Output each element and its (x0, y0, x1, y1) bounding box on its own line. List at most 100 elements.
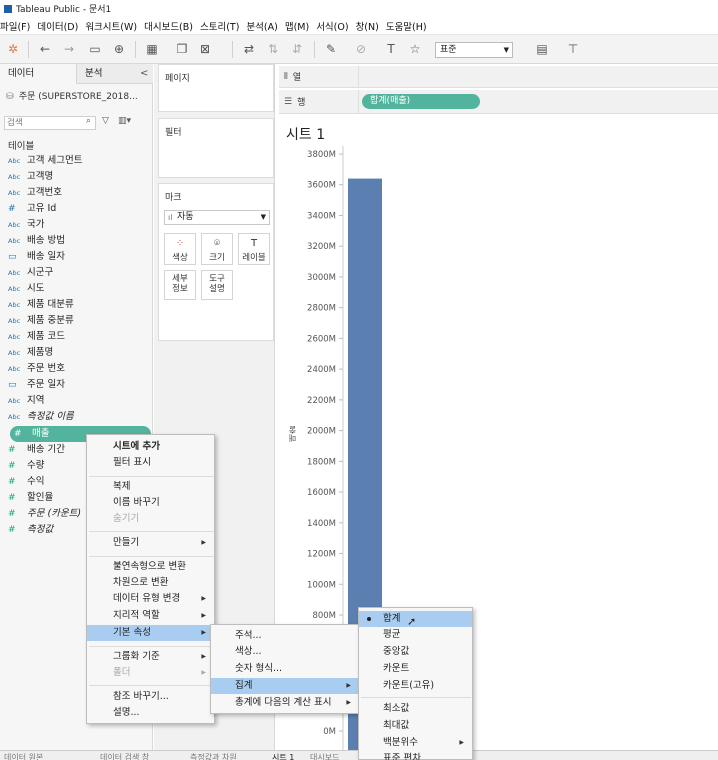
menu-help[interactable]: 도움말(H) (386, 19, 434, 33)
dimension-field[interactable]: Abc 고객 세그먼트 (8, 153, 82, 169)
dimension-field[interactable]: Abc 측정값 이름 (8, 409, 74, 425)
filters-card[interactable]: 필터 (158, 118, 274, 178)
tab-datasource[interactable]: 데이터 원본 (4, 752, 43, 760)
menu-file[interactable]: 파일(F) (0, 19, 37, 33)
dimension-field[interactable]: Abc 국가 (8, 217, 44, 233)
label-button[interactable]: T 레이블 (238, 233, 270, 265)
tab-dashboard[interactable]: 대시보드 (310, 752, 339, 760)
tooltip-button[interactable]: 도구 설명 (201, 270, 233, 300)
menu-replace-references[interactable]: 참조 바꾸기... (87, 689, 214, 705)
measure-field[interactable]: # 주문 (카운트) (8, 506, 81, 522)
measure-field[interactable]: # 수량 (8, 458, 44, 474)
measure-field[interactable]: # 배송 기간 (8, 442, 65, 458)
menu-agg-average[interactable]: 평균 (359, 627, 472, 643)
menu-format[interactable]: 서식(O) (316, 19, 355, 33)
dimension-field[interactable]: ▭ 배송 일자 (8, 249, 65, 265)
measure-field[interactable]: # 할인율 (8, 490, 53, 506)
measure-field[interactable]: # 측정값 (8, 522, 53, 538)
dimension-field[interactable]: Abc 제품 대분류 (8, 297, 74, 313)
sort-ascending-icon[interactable]: ⇅ (266, 42, 280, 56)
search-icon[interactable]: ⌕ (86, 116, 91, 126)
detail-button[interactable]: 세부 정보 (164, 270, 196, 300)
duplicate-sheet-icon[interactable]: ❐ (175, 42, 189, 56)
menu-add-to-sheet[interactable]: 시트에 추가 (87, 439, 214, 455)
presentation-icon[interactable]: ⊤ (566, 42, 580, 56)
labels-icon[interactable]: T (384, 42, 398, 56)
size-button[interactable]: ⌾ 크기 (201, 233, 233, 265)
menu-duplicate[interactable]: 복제 (87, 479, 214, 495)
save-icon[interactable]: ▭ (88, 42, 102, 56)
tab-sheet-a[interactable]: 데이터 검색 창 (100, 752, 149, 760)
dimension-field[interactable]: Abc 제품 코드 (8, 329, 65, 345)
menu-convert-discrete[interactable]: 불연속형으로 변환 (87, 559, 214, 575)
new-worksheet-icon[interactable]: ▦ (145, 42, 159, 56)
menu-group-by[interactable]: 그룹화 기준 ▶ (87, 649, 214, 665)
menu-agg-sum[interactable]: 합계 ➚ (359, 611, 472, 628)
tab-data[interactable]: 데이터 (0, 64, 76, 84)
dimension-field[interactable]: Abc 제품 중분류 (8, 313, 74, 329)
menu-worksheet[interactable]: 워크시트(W) (85, 19, 144, 33)
tableau-home-icon[interactable]: ✲ (6, 42, 20, 56)
show-cards-icon[interactable]: ▤ (535, 42, 549, 56)
undo-icon[interactable]: ← (38, 42, 52, 56)
dimension-field[interactable]: Abc 제품명 (8, 345, 53, 361)
menu-aggregation[interactable]: 집계 ▶ (211, 678, 359, 694)
clear-sheet-icon[interactable]: ⊠ (198, 42, 212, 56)
menu-color[interactable]: 색상... (211, 644, 359, 660)
dimension-field[interactable]: Abc 주문 번호 (8, 361, 65, 377)
search-input[interactable] (4, 116, 96, 130)
swap-icon[interactable]: ⇄ (242, 42, 256, 56)
columns-shelf[interactable]: ⫴ 열 (279, 66, 718, 88)
tab-sheet-1[interactable]: 시트 1 (272, 752, 294, 760)
menu-agg-count[interactable]: 카운트 (359, 661, 472, 677)
menu-agg-max[interactable]: 최대값 (359, 718, 472, 734)
menu-agg-stdev[interactable]: 표준 편차 (359, 751, 472, 760)
color-button[interactable]: ⁘ 색상 (164, 233, 196, 265)
rows-shelf[interactable]: ☰ 행 합계(매출) (279, 90, 718, 114)
menu-dashboard[interactable]: 대시보드(B) (144, 19, 200, 33)
fit-dropdown[interactable]: 표준 ▼ (435, 42, 513, 58)
datasource-item[interactable]: ⛁ 주문 (SUPERSTORE_2018... (6, 89, 151, 105)
measure-field[interactable]: # 수익 (8, 474, 44, 490)
dimension-field[interactable]: Abc 고객명 (8, 169, 53, 185)
group-icon[interactable]: ⊘ (354, 42, 368, 56)
view-options-icon[interactable]: ▥▾ (118, 116, 131, 126)
dimension-field[interactable]: # 고유 Id (8, 201, 56, 217)
pages-card[interactable]: 페이지 (158, 64, 274, 112)
menu-convert-dimension[interactable]: 차원으로 변환 (87, 575, 214, 591)
dimension-field[interactable]: Abc 고객번호 (8, 185, 62, 201)
menu-number-format[interactable]: 숫자 형식... (211, 661, 359, 677)
dimension-field[interactable]: Abc 지역 (8, 393, 44, 409)
menu-story[interactable]: 스토리(T) (200, 19, 246, 33)
menu-data[interactable]: 데이터(D) (37, 19, 85, 33)
menu-show-filter[interactable]: 필터 표시 (87, 455, 214, 471)
menu-create[interactable]: 만들기 ▶ (87, 535, 214, 551)
dimension-field[interactable]: Abc 시군구 (8, 265, 53, 281)
pin-icon[interactable]: ☆ (408, 42, 422, 56)
menu-comment[interactable]: 주석... (211, 628, 359, 644)
dimension-field[interactable]: Abc 시도 (8, 281, 44, 297)
menu-describe[interactable]: 설명... (87, 705, 214, 721)
menu-agg-percentile[interactable]: 백분위수 ▶ (359, 735, 472, 751)
new-datasource-icon[interactable]: ⊕ (112, 42, 126, 56)
redo-icon[interactable]: → (62, 42, 76, 56)
menu-change-data-type[interactable]: 데이터 유형 변경 ▶ (87, 591, 214, 607)
menu-agg-median[interactable]: 중앙값 (359, 644, 472, 660)
menu-total-using[interactable]: 총계에 다음의 계산 표시 ▶ (211, 695, 359, 711)
menu-default-properties[interactable]: 기본 속성 ▶ (87, 625, 214, 641)
menu-agg-min[interactable]: 최소값 (359, 701, 472, 717)
menu-analysis[interactable]: 분석(A) (246, 19, 284, 33)
menu-window[interactable]: 창(N) (356, 19, 386, 33)
dimension-field[interactable]: ▭ 주문 일자 (8, 377, 65, 393)
dimension-field[interactable]: Abc 배송 방법 (8, 233, 65, 249)
highlight-icon[interactable]: ✎ (324, 42, 338, 56)
menu-geographic-role[interactable]: 지리적 역할 ▶ (87, 608, 214, 624)
filter-icon[interactable]: ▽ (102, 116, 109, 126)
collapse-pane-icon[interactable]: < (140, 68, 148, 79)
sort-descending-icon[interactable]: ⇵ (290, 42, 304, 56)
rows-pill-sum-sales[interactable]: 합계(매출) (362, 94, 480, 109)
menu-rename[interactable]: 이름 바꾸기 (87, 495, 214, 511)
menu-map[interactable]: 맵(M) (285, 19, 316, 33)
mark-type-dropdown[interactable]: ıl 자동 ▼ (164, 210, 270, 225)
tab-sheet-b[interactable]: 측정값과 차원 (190, 752, 237, 760)
